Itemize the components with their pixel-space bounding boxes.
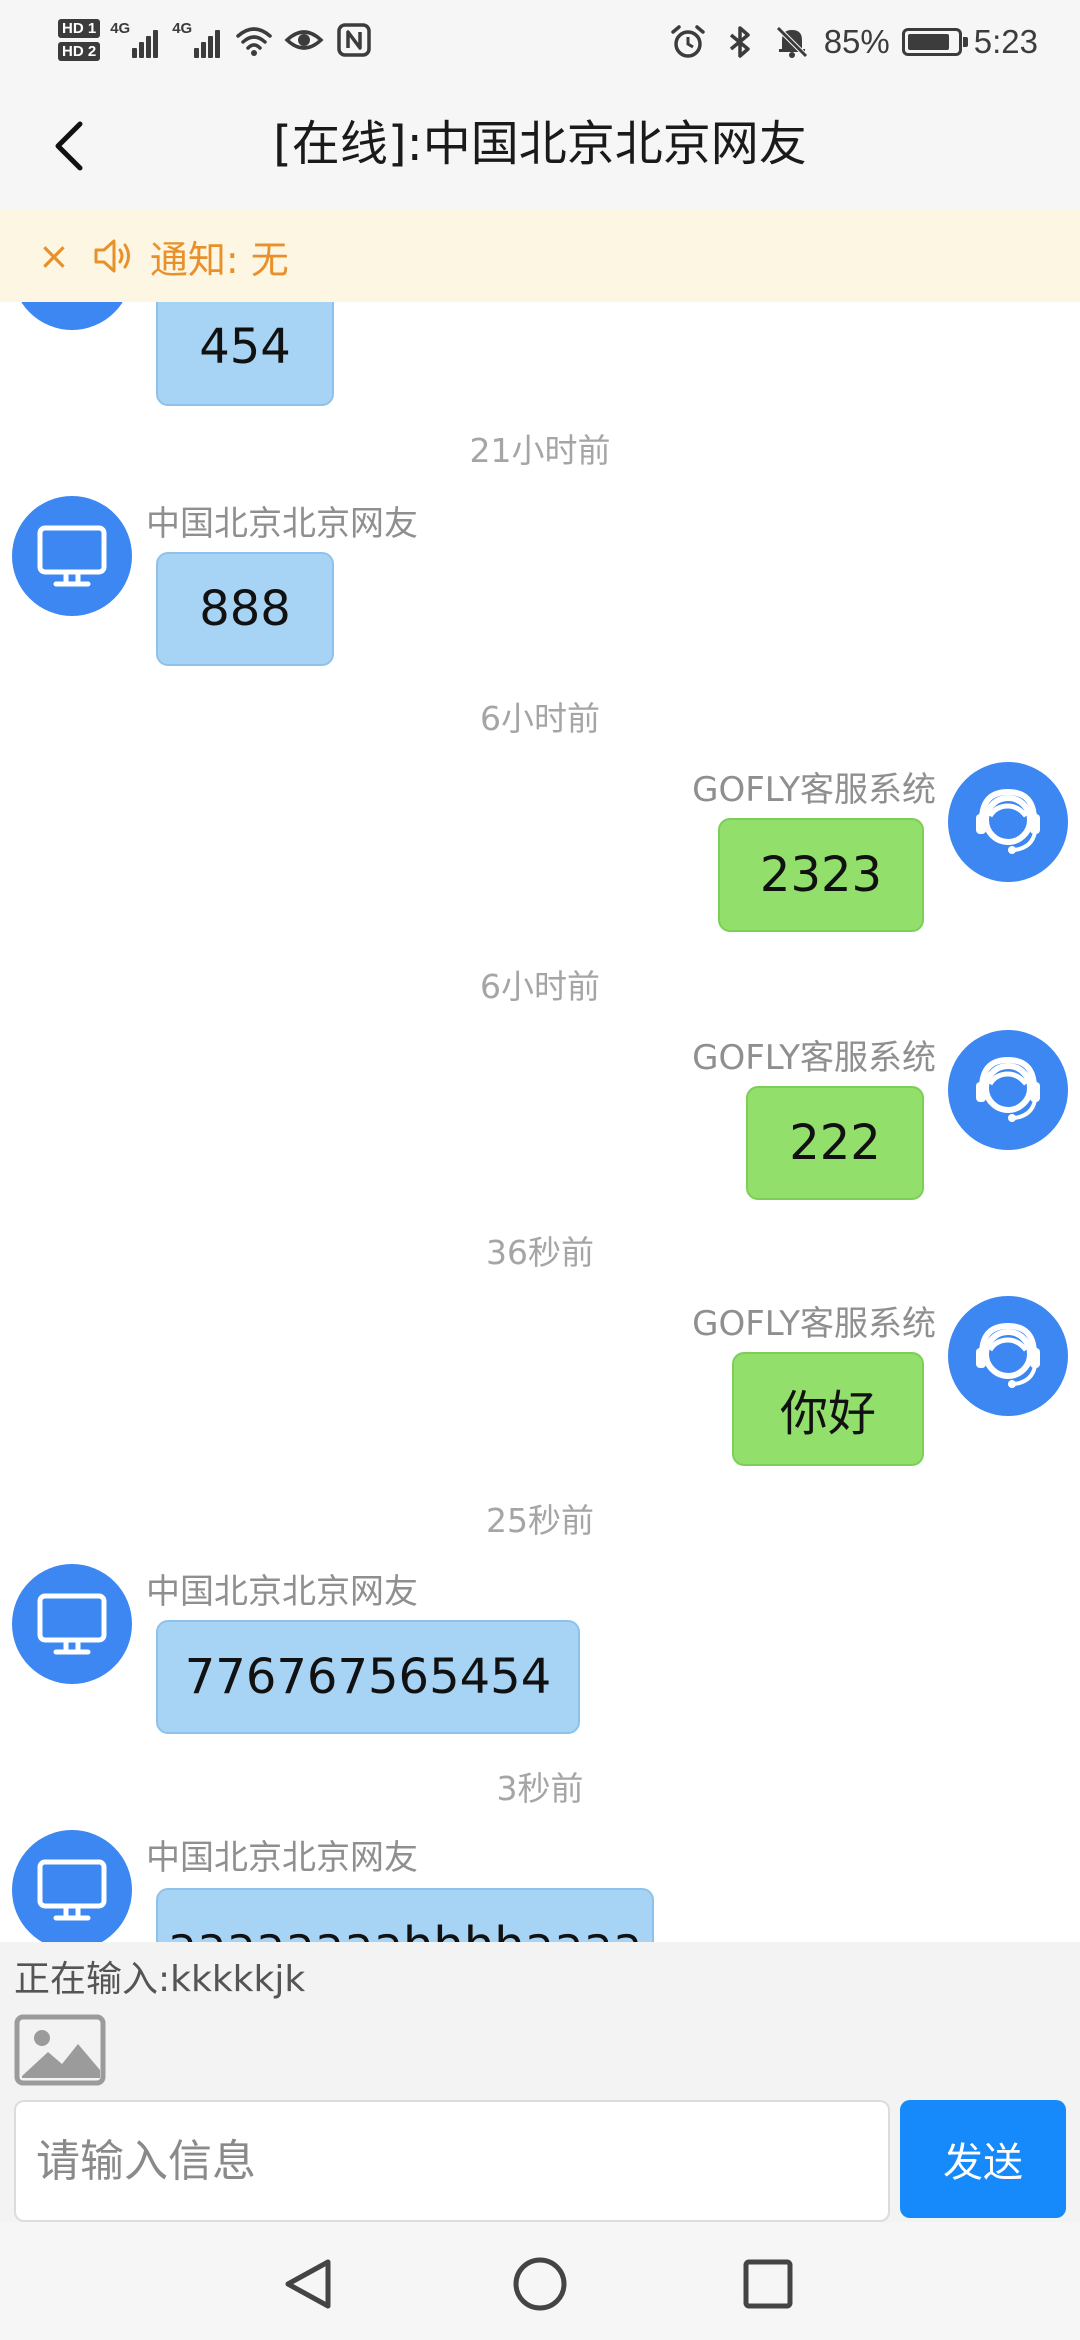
nav-back-button[interactable] <box>276 2252 340 2316</box>
nav-home-icon <box>513 2257 567 2311</box>
hd1-badge: HD 1 <box>58 19 101 38</box>
monitor-icon <box>37 525 107 587</box>
image-icon <box>14 2014 106 2086</box>
back-button[interactable] <box>30 106 110 186</box>
battery-fill <box>907 34 949 50</box>
timestamp: 36秒前 <box>486 1233 594 1272</box>
sender-name: 中国北京北京网友 <box>146 1572 418 1612</box>
typing-status: 正在输入:kkkkkjk <box>14 1959 306 2000</box>
message-bubble[interactable]: 888 <box>156 552 334 666</box>
message-bubble[interactable]: 776767565454 <box>156 1620 580 1734</box>
monitor-icon <box>37 1859 107 1921</box>
chat-header: [在线]:中国北京北京网友 <box>0 82 1080 210</box>
nfc-icon <box>337 23 371 57</box>
timestamp: 21小时前 <box>469 431 611 470</box>
status-bar: HD 1 HD 2 4G 4G 85% 5:23 <box>0 0 1080 82</box>
send-button[interactable]: 发送 <box>900 2100 1066 2218</box>
message-input[interactable] <box>14 2100 890 2222</box>
wifi-icon <box>236 27 272 56</box>
battery-icon <box>901 28 968 56</box>
battery-percent: 85% <box>823 23 890 60</box>
chevron-left-icon <box>55 121 83 171</box>
message-bubble[interactable]: 454 <box>156 302 334 406</box>
signal-2-icon: 4G <box>172 18 224 62</box>
headset-agent-icon <box>976 1056 1040 1122</box>
message-bubble[interactable]: 2323 <box>718 818 924 932</box>
notice-text: 通知: 无 <box>149 237 289 282</box>
image-upload-button[interactable] <box>14 2014 106 2086</box>
hd2-badge: HD 2 <box>58 42 101 61</box>
system-nav-bar <box>0 2222 1080 2340</box>
visitor-avatar[interactable] <box>12 496 132 616</box>
nav-recents-icon <box>743 2259 793 2309</box>
composer: 正在输入:kkkkkjk 发送 <box>0 1942 1080 2222</box>
sender-name: GOFLY客服系统 <box>692 1038 936 1078</box>
status-bar-right: 85% 5:23 <box>668 14 1038 70</box>
monitor-icon <box>37 1593 107 1655</box>
nav-home-button[interactable] <box>508 2252 572 2316</box>
network-type-2: 4G <box>172 20 193 37</box>
page-title: [在线]:中国北京北京网友 <box>273 116 807 172</box>
signal-1-icon: 4G <box>110 18 162 62</box>
visitor-avatar[interactable] <box>12 1564 132 1684</box>
timestamp: 6小时前 <box>480 967 600 1006</box>
sender-name: GOFLY客服系统 <box>692 1304 936 1344</box>
timestamp: 3秒前 <box>496 1769 584 1808</box>
bell-mute-icon <box>775 26 808 58</box>
nav-back-icon <box>285 2259 331 2309</box>
network-type-1: 4G <box>110 20 131 37</box>
monitor-icon <box>30 302 114 312</box>
status-bar-left: HD 1 HD 2 4G 4G <box>58 10 374 70</box>
notice-close-button[interactable]: × <box>38 234 70 278</box>
clock: 5:23 <box>973 23 1038 60</box>
message-bubble[interactable]: aaaaaaaahhhhaaaa <box>156 1888 654 1942</box>
agent-avatar[interactable] <box>948 1030 1068 1150</box>
headset-agent-icon <box>976 788 1040 854</box>
notice-bar: × 通知: 无 <box>0 210 1080 302</box>
timestamp: 6小时前 <box>480 699 600 738</box>
timestamp: 25秒前 <box>486 1501 594 1540</box>
nav-recents-button[interactable] <box>736 2252 800 2316</box>
sender-name: 中国北京北京网友 <box>146 504 418 544</box>
alarm-icon <box>670 25 705 58</box>
visitor-avatar[interactable] <box>12 1830 132 1942</box>
visitor-avatar[interactable] <box>12 302 132 330</box>
agent-avatar[interactable] <box>948 762 1068 882</box>
bluetooth-icon <box>729 26 750 58</box>
hd-indicators: HD 1 HD 2 <box>58 19 101 61</box>
sender-name: 中国北京北京网友 <box>146 1838 418 1878</box>
message-bubble[interactable]: 222 <box>746 1086 924 1200</box>
eye-icon <box>284 30 324 50</box>
agent-avatar[interactable] <box>948 1296 1068 1416</box>
headset-agent-icon <box>976 1322 1040 1388</box>
message-bubble[interactable]: 你好 <box>732 1352 924 1466</box>
speaker-icon <box>94 239 130 273</box>
message-list[interactable]: 454 21小时前 中国北京北京网友 888 6小时前 GOFLY客服系统 23… <box>0 302 1080 1942</box>
sender-name: GOFLY客服系统 <box>692 770 936 810</box>
